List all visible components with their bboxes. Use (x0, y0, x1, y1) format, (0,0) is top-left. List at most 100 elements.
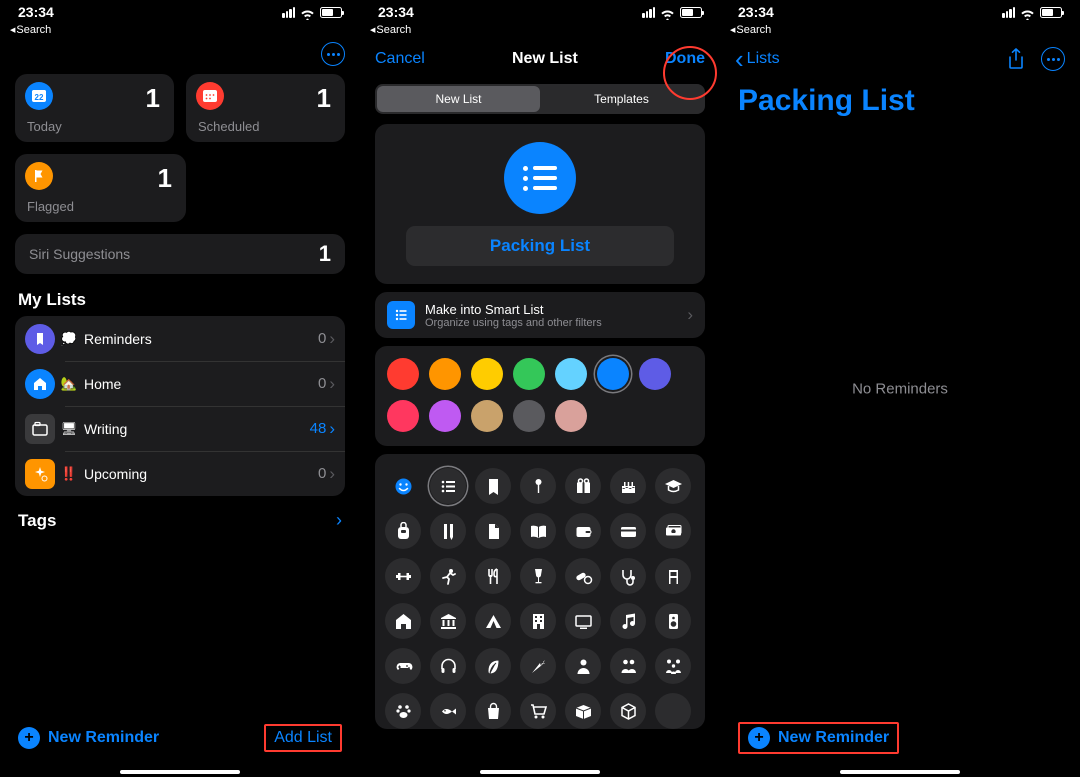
carrot-icon[interactable] (520, 648, 556, 684)
color-swatch[interactable] (471, 400, 503, 432)
smiley-icon[interactable] (385, 468, 421, 504)
stethoscope-icon[interactable] (610, 558, 646, 594)
nav-bar: Lists (720, 38, 1080, 80)
box-icon[interactable] (565, 693, 601, 729)
music-note-icon[interactable] (610, 603, 646, 639)
my-lists-container: 💭 Reminders 0 › 🏡 Home 0 › 🖥 Writing 48 … (15, 316, 345, 496)
bottom-toolbar: + New Reminder Add List (0, 715, 360, 777)
backpack-icon[interactable] (385, 513, 421, 549)
segment-templates[interactable]: Templates (540, 86, 703, 112)
wine-glass-icon[interactable] (520, 558, 556, 594)
chevron-right-icon: › (329, 419, 335, 439)
add-list-button[interactable]: Add List (274, 729, 332, 746)
bookmark-icon[interactable] (475, 468, 511, 504)
wallet-icon[interactable] (565, 513, 601, 549)
home-icon (25, 369, 55, 399)
list-bullet-icon (523, 166, 557, 191)
more-options-button[interactable] (1041, 47, 1065, 71)
chevron-right-icon: › (329, 374, 335, 394)
list-name-input[interactable]: Packing List (406, 226, 674, 266)
list-item[interactable]: 💭 Reminders 0 › (15, 316, 345, 361)
color-swatch[interactable] (387, 400, 419, 432)
home-indicator[interactable] (480, 770, 600, 774)
home-indicator[interactable] (840, 770, 960, 774)
share-icon[interactable] (1007, 48, 1025, 70)
screen-reminders-home: 23:34 Search 22 1 Today 1 Scheduled (0, 0, 360, 777)
leaf-icon[interactable] (475, 648, 511, 684)
cart-icon[interactable] (520, 693, 556, 729)
color-swatch[interactable] (387, 358, 419, 390)
color-swatch[interactable] (555, 358, 587, 390)
document-icon[interactable] (475, 513, 511, 549)
home-indicator[interactable] (120, 770, 240, 774)
birthday-cake-icon[interactable] (610, 468, 646, 504)
chair-icon[interactable] (655, 558, 691, 594)
pin-icon[interactable] (520, 468, 556, 504)
book-open-icon[interactable] (520, 513, 556, 549)
icon-picker-panel (375, 454, 705, 729)
gift-icon[interactable] (565, 468, 601, 504)
smart-list-icon (387, 301, 415, 329)
color-swatch[interactable] (471, 358, 503, 390)
color-swatch[interactable] (513, 358, 545, 390)
battery-icon (320, 7, 342, 18)
building-icon[interactable] (520, 603, 556, 639)
fish-icon[interactable] (430, 693, 466, 729)
list-bullet-icon[interactable] (430, 468, 466, 504)
list-item[interactable]: 🏡 Home 0 › (15, 361, 345, 406)
dumbbell-icon[interactable] (385, 558, 421, 594)
card-today[interactable]: 22 1 Today (15, 74, 174, 142)
speaker-icon[interactable] (655, 603, 691, 639)
cash-icon[interactable] (655, 513, 691, 549)
more-options-button[interactable] (321, 42, 345, 66)
color-swatch[interactable] (513, 400, 545, 432)
ruler-pencil-icon[interactable] (430, 513, 466, 549)
list-item[interactable]: 🖥 Writing 48 › (15, 406, 345, 451)
tent-icon[interactable] (475, 603, 511, 639)
color-swatch[interactable] (555, 400, 587, 432)
color-swatch[interactable] (639, 358, 671, 390)
label: Flagged (27, 199, 74, 214)
calendar-icon (202, 88, 218, 104)
segment-new-list[interactable]: New List (377, 86, 540, 112)
list-item[interactable]: ‼️ Upcoming 0 › (15, 451, 345, 496)
new-reminder-button[interactable]: + New Reminder (748, 727, 889, 749)
color-swatch[interactable] (429, 358, 461, 390)
game-controller-icon[interactable] (385, 648, 421, 684)
pills-icon[interactable] (565, 558, 601, 594)
tv-icon[interactable] (565, 603, 601, 639)
cube-icon[interactable] (610, 693, 646, 729)
segmented-control[interactable]: New List Templates (375, 84, 705, 114)
color-swatch[interactable] (429, 400, 461, 432)
list-icon-preview (504, 142, 576, 214)
color-swatch[interactable] (597, 358, 629, 390)
fork-knife-icon[interactable] (475, 558, 511, 594)
person-icon[interactable] (565, 648, 601, 684)
count: 1 (317, 83, 331, 114)
building-columns-icon[interactable] (430, 603, 466, 639)
card-siri-suggestions[interactable]: Siri Suggestions 1 (15, 234, 345, 274)
two-persons-icon[interactable] (610, 648, 646, 684)
section-tags[interactable]: Tags › (15, 496, 345, 545)
headphones-icon[interactable] (430, 648, 466, 684)
back-to-lists-button[interactable]: Lists (735, 50, 780, 68)
credit-card-icon[interactable] (610, 513, 646, 549)
pawprint-icon[interactable] (385, 693, 421, 729)
smart-list-row[interactable]: Make into Smart List Organize using tags… (375, 292, 705, 338)
card-flagged[interactable]: 1 Flagged (15, 154, 186, 222)
running-icon[interactable] (430, 558, 466, 594)
icon-option[interactable] (655, 693, 691, 729)
back-search-link[interactable]: Search (0, 22, 360, 38)
family-icon[interactable] (655, 648, 691, 684)
bottom-toolbar: + New Reminder (720, 715, 1080, 777)
done-button[interactable]: Done (665, 50, 705, 68)
card-scheduled[interactable]: 1 Scheduled (186, 74, 345, 142)
house-icon[interactable] (385, 603, 421, 639)
highlight-new-reminder: + New Reminder (738, 722, 899, 754)
back-search-link[interactable]: Search (720, 22, 1080, 38)
cancel-button[interactable]: Cancel (375, 50, 425, 68)
new-reminder-button[interactable]: + New Reminder (18, 727, 159, 749)
shopping-bag-icon[interactable] (475, 693, 511, 729)
graduation-cap-icon[interactable] (655, 468, 691, 504)
back-search-link[interactable]: Search (360, 22, 720, 38)
